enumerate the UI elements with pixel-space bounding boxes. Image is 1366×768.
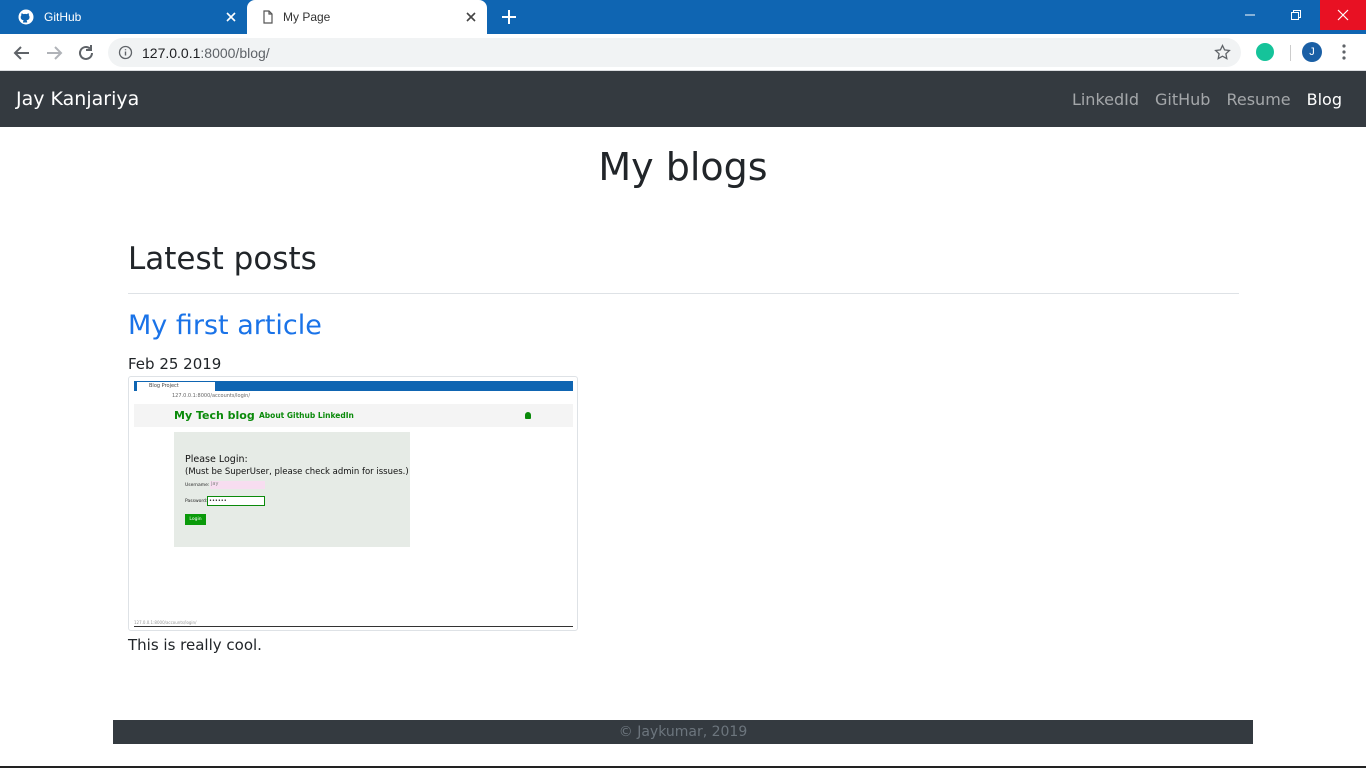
minimize-icon — [1245, 14, 1255, 16]
back-icon[interactable] — [11, 42, 33, 64]
nav-link-linkedin[interactable]: LinkedId — [1072, 90, 1139, 109]
screenshot-username-field: jay — [210, 481, 265, 489]
post-image: Blog Project 127.0.0.1:8000/accounts/log… — [128, 376, 578, 631]
new-tab-icon[interactable] — [498, 6, 520, 28]
divider — [128, 293, 1239, 294]
close-tab-icon[interactable] — [463, 9, 479, 25]
section-title: Latest posts — [128, 241, 317, 277]
post-date: Feb 25 2019 — [128, 355, 222, 373]
toolbar-separator — [1290, 45, 1291, 61]
address-bar[interactable]: 127.0.0.1:8000/blog/ — [108, 38, 1241, 67]
nav-link-github[interactable]: GitHub — [1155, 90, 1210, 109]
screenshot-url: 127.0.0.1:8000/accounts/login/ — [172, 393, 251, 399]
site-navbar: Jay Kanjariya LinkedId GitHub Resume Blo… — [0, 71, 1366, 127]
more-menu-icon[interactable] — [1336, 43, 1352, 61]
screenshot-bottom-line — [134, 626, 573, 627]
reload-icon[interactable] — [75, 42, 97, 64]
screenshot-login-button: Login — [185, 514, 206, 525]
post-body: This is really cool. — [128, 636, 262, 654]
user-icon — [525, 412, 531, 419]
close-tab-icon[interactable] — [223, 9, 239, 25]
page-content: Jay Kanjariya LinkedId GitHub Resume Blo… — [0, 71, 1366, 768]
screenshot-password-field: •••••• — [207, 496, 265, 506]
page-title: My blogs — [598, 145, 768, 189]
site-footer: © Jaykumar, 2019 — [113, 720, 1253, 744]
forward-icon[interactable] — [43, 42, 65, 64]
screenshot-addressbar: 127.0.0.1:8000/accounts/login/ — [134, 391, 573, 403]
grammarly-extension-icon[interactable] — [1256, 43, 1274, 61]
nav-link-blog[interactable]: Blog — [1307, 90, 1342, 109]
tab-github[interactable]: GitHub — [0, 0, 247, 34]
close-window-button[interactable] — [1320, 0, 1366, 30]
nav-link-resume[interactable]: Resume — [1226, 90, 1290, 109]
restore-icon — [1291, 10, 1301, 20]
tab-title: My Page — [283, 10, 331, 24]
close-icon — [1337, 9, 1349, 21]
screenshot-tab: Blog Project — [137, 382, 215, 391]
tab-my-page[interactable]: My Page — [247, 0, 487, 34]
info-icon[interactable] — [118, 45, 133, 60]
post-title-link[interactable]: My first article — [128, 310, 322, 341]
restore-button[interactable] — [1273, 0, 1319, 30]
screenshot-tabbar: Blog Project — [134, 381, 573, 391]
profile-avatar[interactable]: J — [1302, 42, 1322, 62]
document-icon — [263, 10, 273, 24]
browser-tabstrip: GitHub My Page — [0, 0, 1366, 34]
browser-toolbar: 127.0.0.1:8000/blog/ J — [0, 34, 1366, 71]
screenshot-links: About Github LinkedIn — [259, 411, 354, 420]
screenshot-status-text: 127.0.0.1:8000/accounts/login/ — [134, 620, 197, 625]
tab-title: GitHub — [44, 10, 82, 24]
site-nav-links: LinkedId GitHub Resume Blog — [1072, 90, 1342, 109]
screenshot-password-label: Password: — [185, 499, 208, 504]
screenshot-username-label: Username: — [185, 483, 210, 488]
url-text: 127.0.0.1:8000/blog/ — [142, 45, 270, 61]
screenshot-heading: Please Login: — [185, 454, 248, 465]
screenshot-login-card: Please Login: (Must be SuperUser, please… — [174, 432, 410, 547]
bookmark-star-icon[interactable] — [1214, 44, 1231, 61]
minimize-button[interactable] — [1227, 0, 1273, 30]
screenshot-navbar: My Tech blog About Github LinkedIn — [134, 404, 573, 427]
site-brand[interactable]: Jay Kanjariya — [16, 88, 139, 110]
github-icon — [18, 9, 34, 25]
screenshot-brand: My Tech blog — [174, 409, 255, 422]
screenshot-subheading: (Must be SuperUser, please check admin f… — [185, 467, 409, 477]
